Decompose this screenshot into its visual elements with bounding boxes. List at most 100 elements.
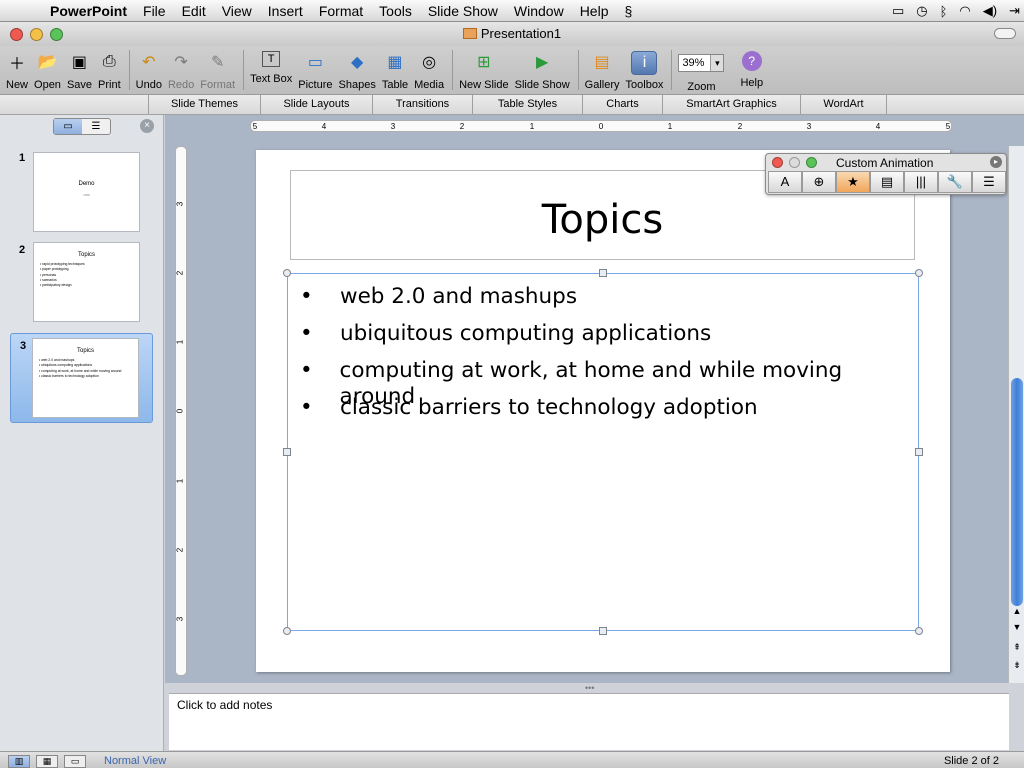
time-machine-icon[interactable]: ◷	[916, 3, 927, 19]
slide-thumbnail-2[interactable]: 2 Topics rapid prototyping techniques pa…	[10, 240, 153, 326]
shapes-button[interactable]: ◆ Shapes	[339, 46, 376, 91]
slide-show-button[interactable]: ▶ Slide Show	[515, 46, 570, 91]
resize-handle-top-left[interactable]	[283, 269, 291, 277]
tab-slide-themes[interactable]: Slide Themes	[148, 95, 260, 114]
bullet-item[interactable]: classic barriers to technology adoption	[300, 395, 918, 432]
new-slide-button[interactable]: ⊞ New Slide	[459, 46, 509, 91]
notes-placeholder[interactable]: Click to add notes	[177, 698, 272, 712]
bullet-list[interactable]: web 2.0 and mashups ubiquitous computing…	[300, 284, 918, 432]
slide-thumbnail-1[interactable]: 1 Demo 2008	[10, 150, 153, 234]
menu-slide-show[interactable]: Slide Show	[420, 0, 506, 22]
help-button[interactable]: ? Help	[740, 46, 763, 89]
bullet-item[interactable]: web 2.0 and mashups	[300, 284, 918, 321]
menu-format[interactable]: Format	[311, 0, 371, 22]
scroll-down-icon[interactable]: ▼	[1011, 622, 1023, 632]
stack-icon[interactable]: ☰	[972, 171, 1006, 193]
vertical-ruler[interactable]: 3 2 1 0 1 2 3	[175, 146, 187, 676]
normal-view-icon[interactable]: ▥	[8, 755, 30, 768]
slide-title[interactable]: Topics	[291, 197, 914, 243]
text-effect-icon[interactable]: A	[768, 171, 802, 193]
notes-pane[interactable]: Click to add notes	[169, 693, 1009, 750]
close-window-button[interactable]	[10, 28, 23, 41]
next-slide-icon[interactable]: ⇟	[1011, 660, 1023, 671]
previous-slide-icon[interactable]: ⇞	[1011, 642, 1023, 653]
table-button[interactable]: ▦ Table	[382, 46, 408, 91]
resize-handle-right[interactable]	[915, 448, 923, 456]
save-disk-icon: ▣	[71, 54, 88, 71]
zoom-control[interactable]: 39%Zoom	[678, 46, 725, 93]
menu-help[interactable]: Help	[572, 0, 617, 22]
bullet-item[interactable]: computing at work, at home and while mov…	[300, 358, 918, 409]
slide-sorter-view-icon[interactable]: ▦	[36, 755, 58, 768]
menu-edit[interactable]: Edit	[174, 0, 214, 22]
elements-gallery-tabs: Slide Themes Slide Layouts Transitions T…	[0, 94, 1024, 115]
wifi-icon[interactable]: ◠	[959, 3, 970, 19]
minimize-window-button[interactable]	[30, 28, 43, 41]
zoom-window-button[interactable]	[50, 28, 63, 41]
gallery-button[interactable]: ▤ Gallery	[585, 46, 620, 91]
collapse-palette-icon[interactable]: ▸	[990, 156, 1002, 168]
menu-tools[interactable]: Tools	[371, 0, 420, 22]
bluetooth-icon[interactable]: ᛒ	[940, 4, 948, 19]
horizontal-ruler[interactable]: 5 4 3 2 1 0 1 2 3 4 5	[250, 120, 952, 132]
battery-icon[interactable]: ▭	[892, 3, 904, 19]
outline-view-icon[interactable]: ☰	[82, 119, 110, 134]
slides-icon[interactable]: ▤	[870, 171, 904, 193]
add-picture-icon[interactable]: ⊕	[802, 171, 836, 193]
menu-view[interactable]: View	[214, 0, 260, 22]
resize-handle-bottom-right[interactable]	[915, 627, 923, 635]
tab-table-styles[interactable]: Table Styles	[472, 95, 582, 114]
resize-handle-bottom-left[interactable]	[283, 627, 291, 635]
menu-powerpoint[interactable]: PowerPoint	[42, 0, 135, 22]
wrench-icon[interactable]: 🔧	[938, 171, 972, 193]
scroll-up-icon[interactable]: ▲	[1011, 606, 1023, 616]
minimize-palette-button[interactable]	[789, 157, 800, 168]
toolbar-toggle-button[interactable]	[994, 28, 1016, 39]
volume-icon[interactable]: ◀)	[983, 3, 997, 19]
tab-charts[interactable]: Charts	[582, 95, 662, 114]
slides-view-icon[interactable]: ▭	[54, 119, 82, 134]
picture-button[interactable]: ▭ Picture	[298, 46, 332, 91]
vertical-scrollbar[interactable]: ▲ ▼ ⇞ ⇟	[1008, 146, 1024, 683]
menu-file[interactable]: File	[135, 0, 174, 22]
script-menu-icon[interactable]: §	[616, 0, 640, 22]
resize-handle-left[interactable]	[283, 448, 291, 456]
media-button[interactable]: ◎ Media	[414, 46, 444, 91]
open-button[interactable]: 📂 Open	[34, 46, 61, 91]
redo-button[interactable]: ↷ Redo	[168, 46, 194, 91]
tab-slide-layouts[interactable]: Slide Layouts	[260, 95, 372, 114]
toolbar-separator	[452, 50, 454, 90]
menu-insert[interactable]: Insert	[260, 0, 311, 22]
resize-handle-bottom[interactable]	[599, 627, 607, 635]
print-button[interactable]: ⎙ Print	[98, 46, 121, 91]
zoom-select[interactable]: 39%	[678, 54, 725, 72]
slide-show-view-icon[interactable]: ▭	[64, 755, 86, 768]
resize-handle-top-right[interactable]	[915, 269, 923, 277]
ruler-label: 5	[945, 122, 951, 131]
content-placeholder-selected[interactable]: web 2.0 and mashups ubiquitous computing…	[287, 273, 919, 631]
format-painter-button[interactable]: ✎ Format	[200, 46, 235, 91]
scrollbar-thumb[interactable]	[1011, 378, 1023, 606]
tab-wordart[interactable]: WordArt	[800, 95, 887, 114]
input-menu-icon[interactable]: ⇥	[1009, 3, 1020, 19]
splitter-handle[interactable]: •••	[585, 683, 594, 693]
tab-smartart-graphics[interactable]: SmartArt Graphics	[662, 95, 800, 114]
menu-window[interactable]: Window	[506, 0, 572, 22]
gallery-icon: ▤	[594, 54, 610, 71]
thumbnail-subtitle: 2008	[83, 193, 90, 197]
text-box-button[interactable]: T Text Box	[250, 46, 292, 85]
resize-handle-top[interactable]	[599, 269, 607, 277]
thumbnail-preview: Demo 2008	[33, 152, 140, 232]
zoom-palette-button[interactable]	[806, 157, 817, 168]
close-panel-icon[interactable]: ×	[140, 119, 154, 133]
save-button[interactable]: ▣ Save	[67, 46, 92, 91]
slide-thumbnail-3[interactable]: 3 Topics web 2.0 and mashups ubiquitous …	[10, 333, 153, 423]
toolbox-button[interactable]: i Toolbox	[626, 46, 663, 91]
tab-transitions[interactable]: Transitions	[372, 95, 472, 114]
close-palette-button[interactable]	[772, 157, 783, 168]
new-button[interactable]: ＋ New	[6, 46, 28, 91]
bullet-item[interactable]: ubiquitous computing applications	[300, 321, 918, 358]
books-icon[interactable]: |||	[904, 171, 938, 193]
undo-button[interactable]: ↶ Undo	[136, 46, 162, 91]
star-effect-icon[interactable]: ★	[836, 171, 870, 193]
